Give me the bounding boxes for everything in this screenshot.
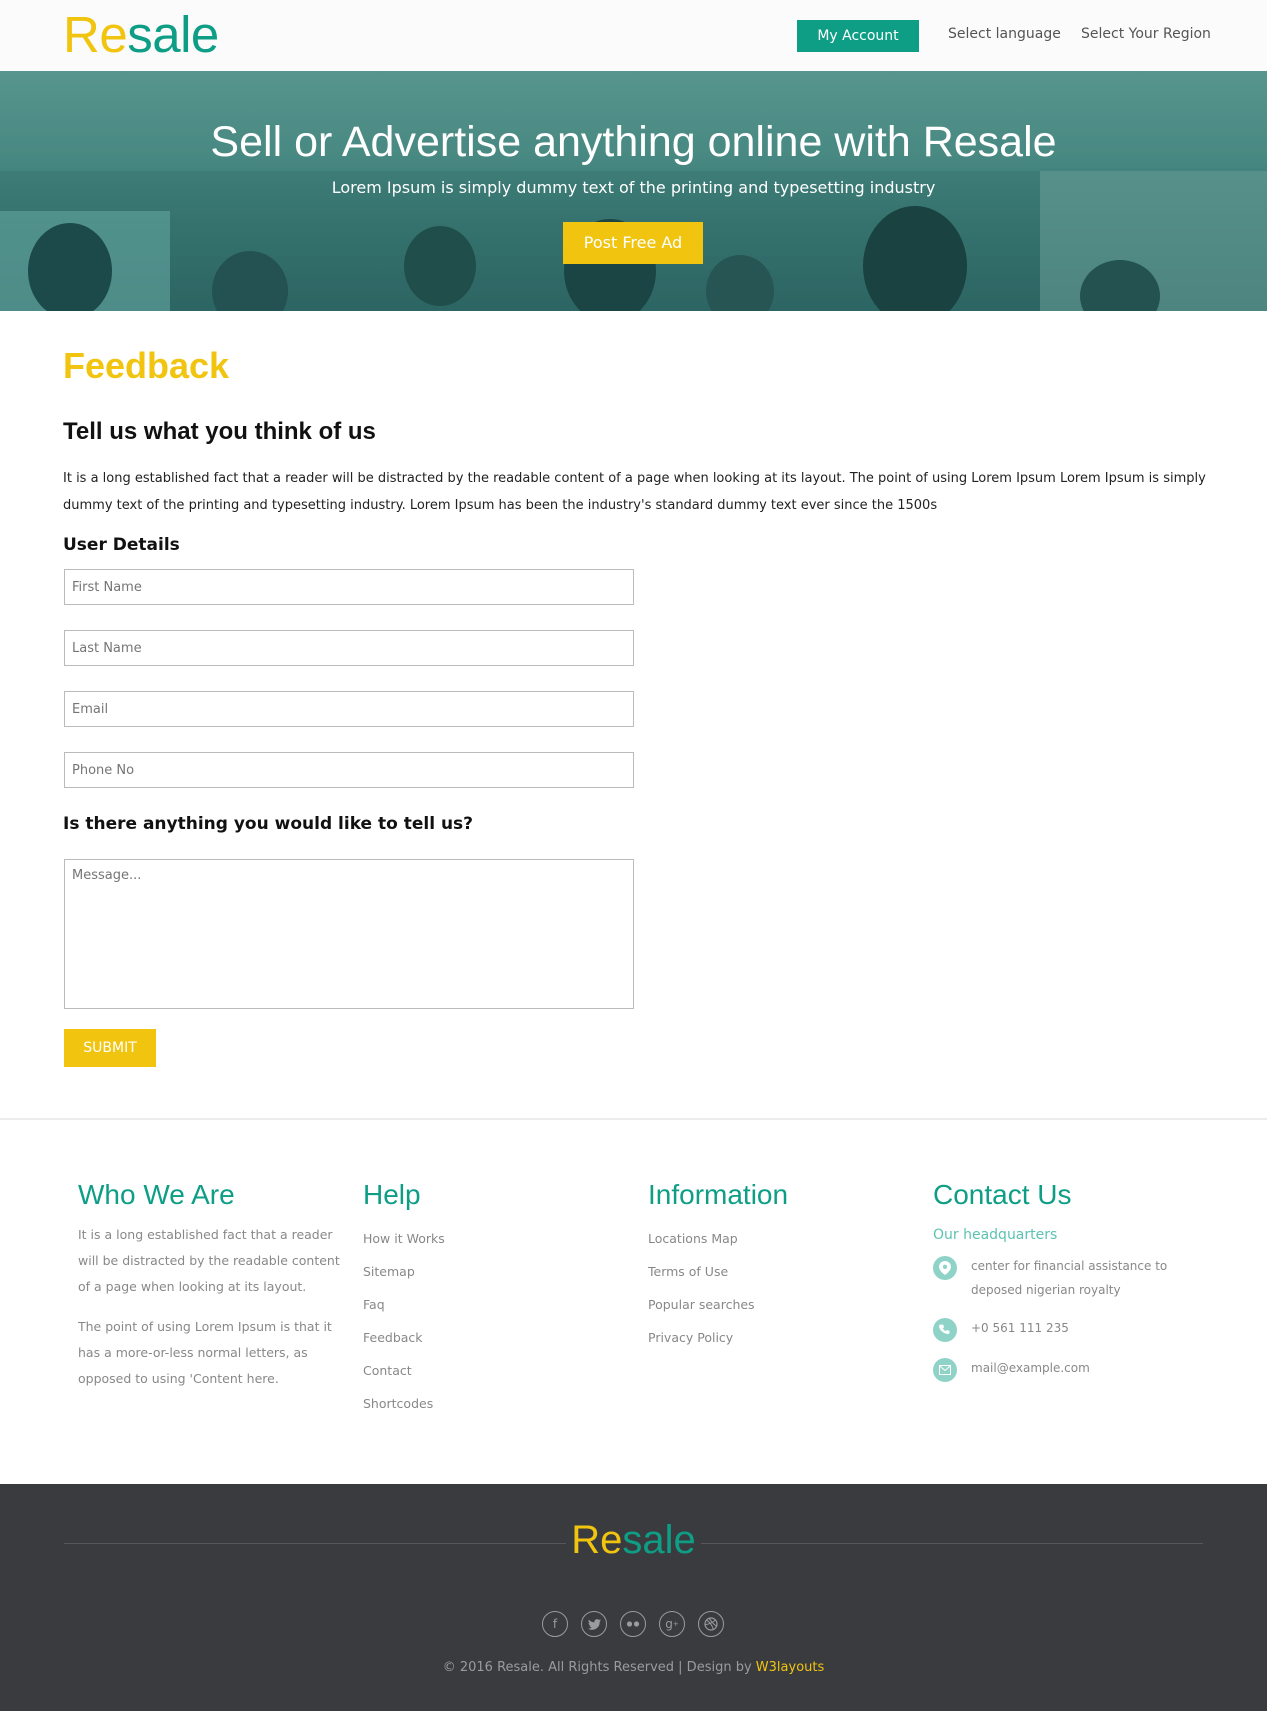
contact-email: mail@example.com: [933, 1356, 1181, 1382]
submit-button[interactable]: SUBMIT: [64, 1029, 156, 1067]
mail-icon: [933, 1358, 957, 1382]
my-account-button[interactable]: My Account: [797, 20, 919, 52]
page-title: Feedback: [63, 345, 230, 386]
twitter-icon[interactable]: [581, 1611, 607, 1637]
section-divider: [0, 1118, 1267, 1120]
info-link-terms[interactable]: Terms of Use: [648, 1255, 788, 1288]
footer-help: Help How it Works Sitemap Faq Feedback C…: [363, 1178, 445, 1420]
hero-banner: Sell or Advertise anything online with R…: [0, 71, 1267, 311]
copyright: © 2016 Resale. All Rights Reserved | Des…: [0, 1660, 1267, 1675]
address-text: center for financial assistance to depos…: [971, 1259, 1168, 1297]
message-textarea[interactable]: [64, 859, 634, 1009]
post-free-ad-button[interactable]: Post Free Ad: [563, 222, 703, 264]
email-field[interactable]: [64, 691, 634, 727]
banner-title: Sell or Advertise anything online with R…: [210, 118, 1057, 166]
logo-sale: sale: [127, 6, 219, 63]
intro-paragraph: It is a long established fact that a rea…: [63, 471, 1206, 513]
first-name-field[interactable]: [64, 569, 634, 605]
social-links: f g +: [542, 1611, 724, 1637]
info-link-popular-searches[interactable]: Popular searches: [648, 1288, 788, 1321]
footer-information: Information Locations Map Terms of Use P…: [648, 1178, 788, 1354]
contact-title: Contact Us: [933, 1179, 1072, 1210]
flickr-icon[interactable]: [620, 1611, 646, 1637]
footer-who-we-are: Who We Are It is a long established fact…: [78, 1178, 340, 1406]
who-we-are-text-2: The point of using Lorem Ipsum is that i…: [78, 1319, 332, 1386]
information-title: Information: [648, 1179, 789, 1210]
designer-link[interactable]: W3layouts: [756, 1660, 824, 1675]
contact-phone: +0 561 111 235: [933, 1316, 1181, 1342]
headquarters-label: Our headquarters: [933, 1227, 1058, 1243]
help-link-feedback[interactable]: Feedback: [363, 1321, 445, 1354]
google-plus-icon[interactable]: g +: [659, 1611, 685, 1637]
phone-icon: [933, 1318, 957, 1342]
footer-logo[interactable]: Resale: [0, 1516, 1267, 1564]
info-link-locations-map[interactable]: Locations Map: [648, 1222, 788, 1255]
info-link-privacy[interactable]: Privacy Policy: [648, 1321, 788, 1354]
help-title: Help: [363, 1179, 421, 1210]
site-logo[interactable]: Resale: [63, 6, 219, 64]
footer-contact: Contact Us Our headquarters center for f…: [933, 1178, 1181, 1396]
who-we-are-text-1: It is a long established fact that a rea…: [78, 1227, 340, 1294]
help-link-faq[interactable]: Faq: [363, 1288, 445, 1321]
who-we-are-title: Who We Are: [78, 1179, 235, 1210]
user-details-heading: User Details: [63, 535, 180, 555]
banner-subtitle: Lorem Ipsum is simply dummy text of the …: [331, 178, 936, 197]
select-language-link[interactable]: Select language: [948, 26, 1061, 42]
site-header: Resale My Account Select language Select…: [0, 0, 1267, 71]
email-text[interactable]: mail@example.com: [971, 1356, 1181, 1380]
location-pin-icon: [933, 1256, 957, 1280]
last-name-field[interactable]: [64, 630, 634, 666]
help-link-contact[interactable]: Contact: [363, 1354, 445, 1387]
information-links: Locations Map Terms of Use Popular searc…: [648, 1222, 788, 1354]
facebook-icon[interactable]: f: [542, 1611, 568, 1637]
phone-field[interactable]: [64, 752, 634, 788]
footer-logo-re: Re: [571, 1518, 623, 1562]
help-link-shortcodes[interactable]: Shortcodes: [363, 1387, 445, 1420]
bottom-footer: Resale f g + © 2016 Resale. All Rights Re…: [0, 1484, 1267, 1711]
footer-logo-sale: sale: [622, 1518, 696, 1562]
copyright-text: © 2016 Resale. All Rights Reserved | Des…: [442, 1660, 752, 1675]
logo-re: Re: [63, 6, 128, 63]
select-region-link[interactable]: Select Your Region: [1081, 26, 1211, 42]
help-link-sitemap[interactable]: Sitemap: [363, 1255, 445, 1288]
help-links: How it Works Sitemap Faq Feedback Contac…: [363, 1222, 445, 1420]
help-link-how-it-works[interactable]: How it Works: [363, 1222, 445, 1255]
phone-text: +0 561 111 235: [971, 1321, 1069, 1335]
message-question-heading: Is there anything you would like to tell…: [63, 814, 474, 834]
contact-address: center for financial assistance to depos…: [933, 1254, 1181, 1302]
dribbble-icon[interactable]: [698, 1611, 724, 1637]
section-subheading: Tell us what you think of us: [63, 418, 376, 445]
